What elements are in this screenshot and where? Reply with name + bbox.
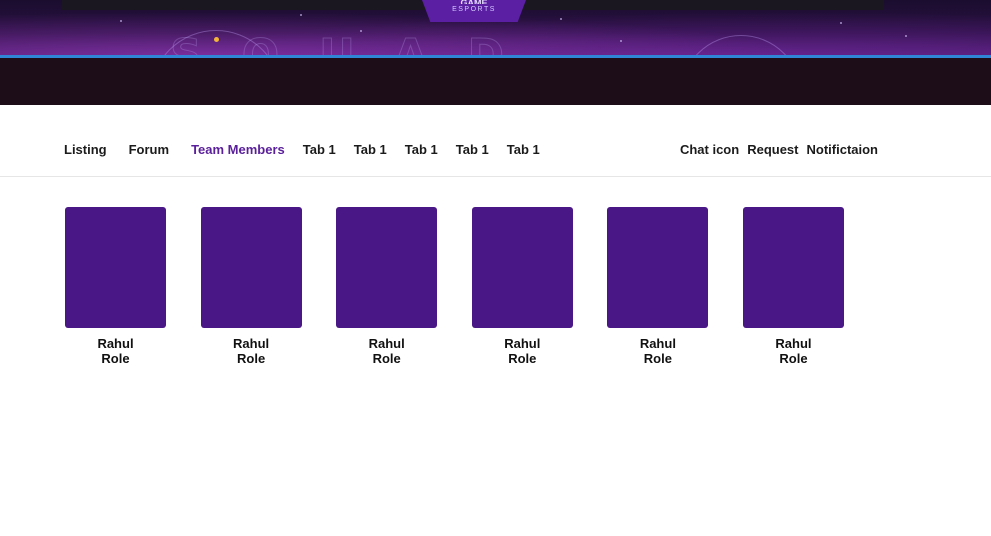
member-avatar[interactable] xyxy=(65,207,166,328)
member-avatar[interactable] xyxy=(742,207,844,328)
logo-sub-text: ESPORTS xyxy=(452,6,496,13)
member-avatar[interactable] xyxy=(607,207,709,328)
member-card[interactable]: Rahul Role xyxy=(336,207,438,366)
member-avatar[interactable] xyxy=(471,207,573,328)
member-role: Role xyxy=(237,351,266,366)
request-link[interactable]: Request xyxy=(747,142,798,157)
banner-star xyxy=(360,30,362,32)
member-name: Rahul xyxy=(233,336,270,351)
tab-forum[interactable]: Forum xyxy=(129,142,169,157)
tab-generic[interactable]: Tab 1 xyxy=(405,142,438,157)
member-avatar[interactable] xyxy=(336,207,438,328)
member-name: Rahul xyxy=(368,336,405,351)
tab-list: Listing Forum Team Members Tab 1 Tab 1 T… xyxy=(64,142,540,157)
banner-star xyxy=(840,22,842,24)
tab-listing[interactable]: Listing xyxy=(64,142,107,157)
tab-generic[interactable]: Tab 1 xyxy=(354,142,387,157)
banner-star xyxy=(905,35,907,37)
banner-star xyxy=(560,18,562,20)
tab-navigation: Listing Forum Team Members Tab 1 Tab 1 T… xyxy=(0,105,991,177)
banner-star xyxy=(300,14,302,16)
member-card[interactable]: Rahul Role xyxy=(742,207,844,366)
notification-link[interactable]: Notifictaion xyxy=(807,142,879,157)
member-role: Role xyxy=(372,351,401,366)
member-card[interactable]: Rahul Role xyxy=(65,207,166,366)
member-role: Role xyxy=(643,351,672,366)
logo-brand-text: GAME xyxy=(422,0,526,4)
esports-logo[interactable]: GAME ESPORTS xyxy=(422,0,526,22)
member-name: Rahul xyxy=(639,336,676,351)
member-name: Rahul xyxy=(97,336,134,351)
hero-banner: SQUAD GAME ESPORTS xyxy=(0,0,991,56)
header-actions: Chat icon Request Notifictaion xyxy=(680,142,878,157)
member-name: Rahul xyxy=(504,336,541,351)
member-role: Role xyxy=(779,351,808,366)
member-card[interactable]: Rahul Role xyxy=(471,207,573,366)
member-name: Rahul xyxy=(775,336,812,351)
member-card[interactable]: Rahul Role xyxy=(607,207,709,366)
member-avatar[interactable] xyxy=(200,207,302,328)
banner-decor-ring xyxy=(680,35,802,56)
member-role: Role xyxy=(101,351,130,366)
banner-outline-letters: SQUAD xyxy=(169,30,545,57)
tab-generic[interactable]: Tab 1 xyxy=(456,142,489,157)
tab-team-members[interactable]: Team Members xyxy=(191,142,285,157)
chat-link[interactable]: Chat icon xyxy=(680,142,739,157)
member-card[interactable]: Rahul Role xyxy=(200,207,302,366)
banner-star xyxy=(120,20,122,22)
banner-dark-bar xyxy=(0,58,991,105)
banner-orb xyxy=(214,37,219,42)
banner-star xyxy=(620,40,622,42)
tab-generic[interactable]: Tab 1 xyxy=(303,142,336,157)
member-role: Role xyxy=(508,351,537,366)
team-members-grid: Rahul Role Rahul Role Rahul Role Rahul R… xyxy=(65,207,844,366)
tab-generic[interactable]: Tab 1 xyxy=(507,142,540,157)
